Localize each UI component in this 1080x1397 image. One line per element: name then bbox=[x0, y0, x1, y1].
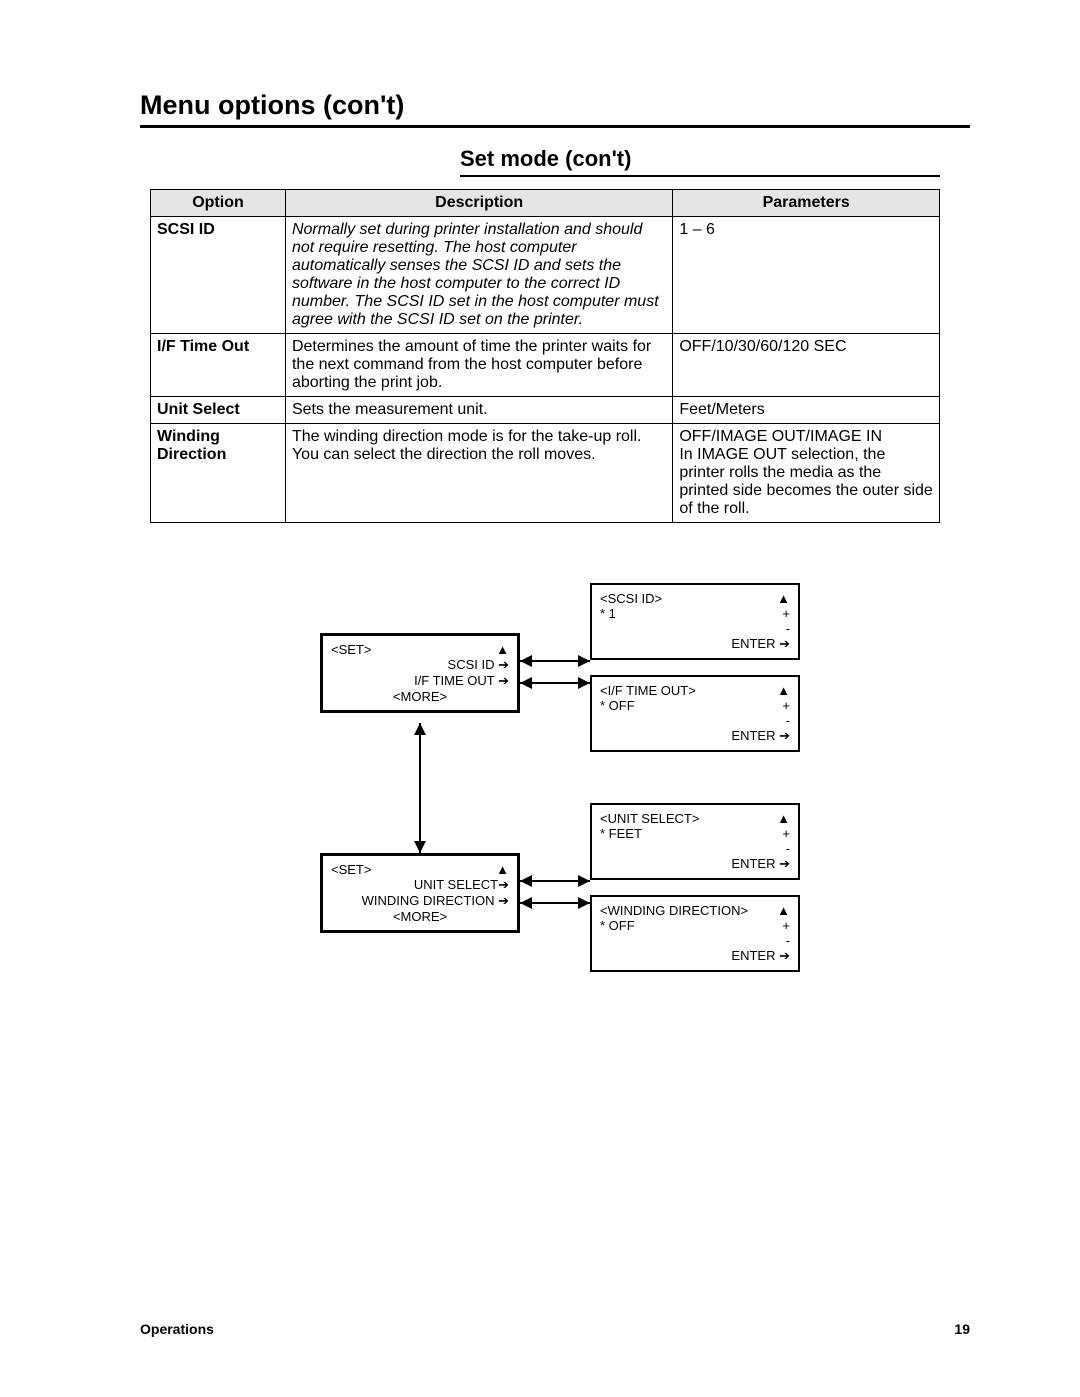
up-icon: ▲ bbox=[777, 683, 790, 698]
scsi-enter: ENTER ➔ bbox=[600, 636, 790, 652]
set1-line2: I/F TIME OUT ➔ bbox=[331, 673, 509, 689]
set1-title: <SET> bbox=[331, 642, 371, 657]
set2-line1: UNIT SELECT➔ bbox=[331, 877, 509, 893]
cell-description: Determines the amount of time the printe… bbox=[285, 334, 672, 397]
ifto-box: <I/F TIME OUT> ▲ * OFF + - ENTER ➔ bbox=[590, 675, 800, 752]
sub-heading: Set mode (con't) bbox=[460, 146, 940, 177]
footer-section: Operations bbox=[140, 1321, 214, 1337]
cell-option: Unit Select bbox=[151, 397, 286, 424]
set2-line2: WINDING DIRECTION ➔ bbox=[331, 893, 509, 909]
wind-value: * OFF bbox=[600, 918, 635, 933]
set2-more: <MORE> bbox=[331, 909, 509, 924]
table-row: I/F Time Out Determines the amount of ti… bbox=[151, 334, 940, 397]
col-description: Description bbox=[285, 190, 672, 217]
minus-icon: - bbox=[600, 841, 790, 856]
plus-icon: + bbox=[782, 698, 790, 713]
minus-icon: - bbox=[600, 933, 790, 948]
plus-icon: + bbox=[782, 606, 790, 621]
unit-value: * FEET bbox=[600, 826, 642, 841]
scsi-title: <SCSI ID> bbox=[600, 591, 662, 606]
cell-description: Sets the measurement unit. bbox=[285, 397, 672, 424]
unit-title: <UNIT SELECT> bbox=[600, 811, 699, 826]
col-option: Option bbox=[151, 190, 286, 217]
ifto-value: * OFF bbox=[600, 698, 635, 713]
cell-parameters: 1 – 6 bbox=[673, 217, 940, 334]
table-row: SCSI ID Normally set during printer inst… bbox=[151, 217, 940, 334]
up-icon: ▲ bbox=[777, 811, 790, 826]
minus-icon: - bbox=[600, 713, 790, 728]
page-footer: Operations 19 bbox=[140, 1321, 970, 1337]
cell-parameters: OFF/IMAGE OUT/IMAGE IN In IMAGE OUT sele… bbox=[673, 424, 940, 523]
footer-page-number: 19 bbox=[954, 1321, 970, 1337]
table-row: Winding Direction The winding direction … bbox=[151, 424, 940, 523]
wind-enter: ENTER ➔ bbox=[600, 948, 790, 964]
unit-enter: ENTER ➔ bbox=[600, 856, 790, 872]
main-heading: Menu options (con't) bbox=[140, 90, 970, 128]
wind-title: <WINDING DIRECTION> bbox=[600, 903, 748, 918]
cell-parameters: OFF/10/30/60/120 SEC bbox=[673, 334, 940, 397]
col-parameters: Parameters bbox=[673, 190, 940, 217]
options-table: Option Description Parameters SCSI ID No… bbox=[150, 189, 940, 523]
set1-line1: SCSI ID ➔ bbox=[331, 657, 509, 673]
cell-option: SCSI ID bbox=[151, 217, 286, 334]
up-icon: ▲ bbox=[777, 591, 790, 606]
set-box-2: <SET> ▲ UNIT SELECT➔ WINDING DIRECTION ➔… bbox=[320, 853, 520, 933]
cell-option: Winding Direction bbox=[151, 424, 286, 523]
cell-option: I/F Time Out bbox=[151, 334, 286, 397]
menu-diagram: <SET> ▲ SCSI ID ➔ I/F TIME OUT ➔ <MORE> … bbox=[290, 583, 970, 1043]
scsi-value: * 1 bbox=[600, 606, 616, 621]
cell-description: Normally set during printer installation… bbox=[285, 217, 672, 334]
set-box-1: <SET> ▲ SCSI ID ➔ I/F TIME OUT ➔ <MORE> bbox=[320, 633, 520, 713]
ifto-title: <I/F TIME OUT> bbox=[600, 683, 696, 698]
set2-title: <SET> bbox=[331, 862, 371, 877]
plus-icon: + bbox=[782, 826, 790, 841]
up-icon: ▲ bbox=[777, 903, 790, 918]
table-row: Unit Select Sets the measurement unit. F… bbox=[151, 397, 940, 424]
up-icon: ▲ bbox=[496, 862, 509, 877]
set1-more: <MORE> bbox=[331, 689, 509, 704]
ifto-enter: ENTER ➔ bbox=[600, 728, 790, 744]
wind-box: <WINDING DIRECTION> ▲ * OFF + - ENTER ➔ bbox=[590, 895, 800, 972]
plus-icon: + bbox=[782, 918, 790, 933]
up-icon: ▲ bbox=[496, 642, 509, 657]
unit-box: <UNIT SELECT> ▲ * FEET + - ENTER ➔ bbox=[590, 803, 800, 880]
cell-parameters: Feet/Meters bbox=[673, 397, 940, 424]
scsi-box: <SCSI ID> ▲ * 1 + - ENTER ➔ bbox=[590, 583, 800, 660]
cell-description: The winding direction mode is for the ta… bbox=[285, 424, 672, 523]
minus-icon: - bbox=[600, 621, 790, 636]
